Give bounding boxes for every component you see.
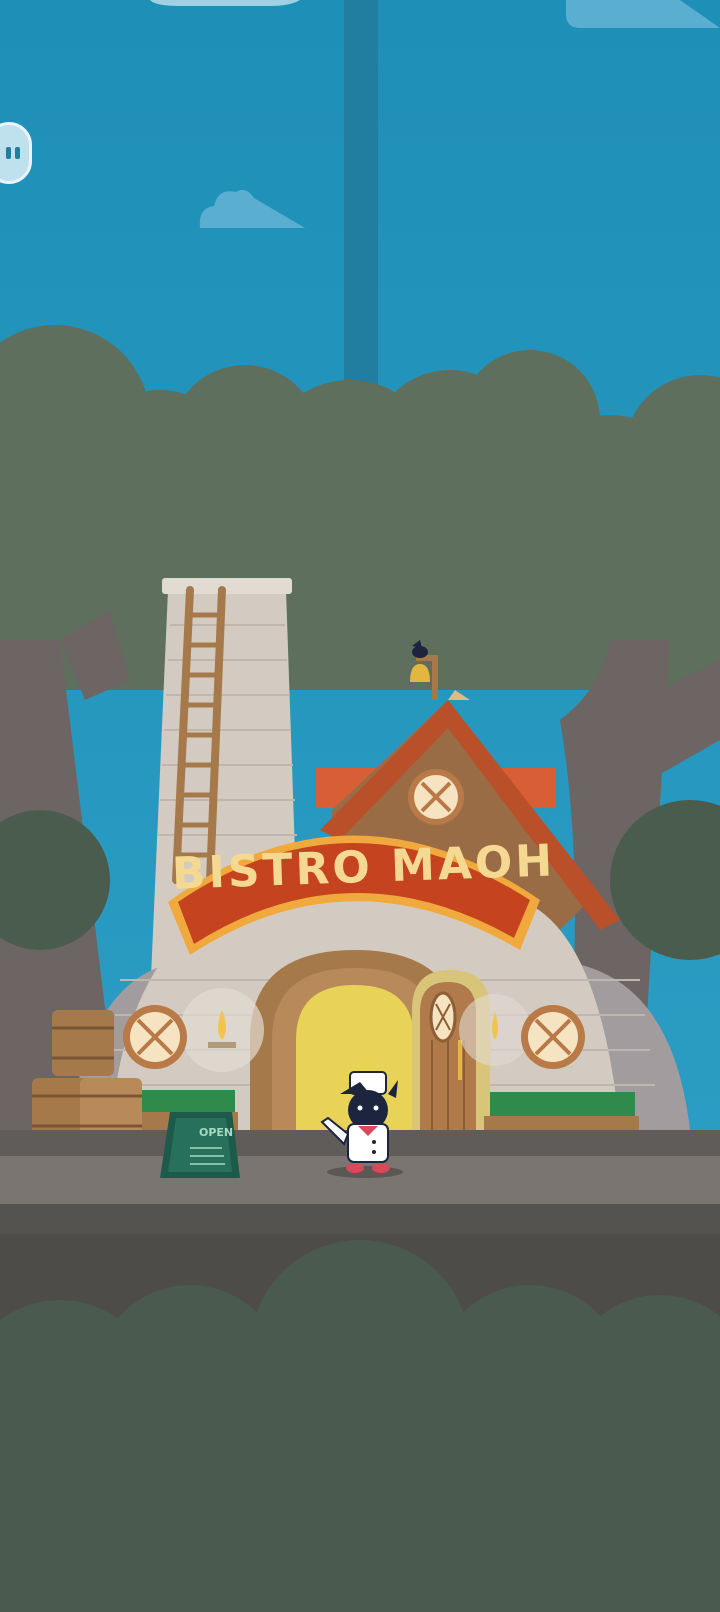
sidewalk — [0, 1156, 720, 1204]
gable-window — [408, 769, 464, 825]
road-edge — [0, 1204, 720, 1234]
pause-icon — [6, 147, 11, 159]
pause-button[interactable] — [0, 122, 32, 184]
round-window-left — [123, 1005, 187, 1069]
background-art: BISTRO MAOH OPEN — [0, 0, 720, 1612]
open-board-text: OPEN — [199, 1126, 233, 1139]
pause-icon-bar-2 — [15, 147, 20, 159]
round-window-right — [521, 1005, 585, 1069]
open-board — [160, 1112, 240, 1178]
sky-beam — [344, 0, 378, 400]
game-scene: BISTRO MAOH OPEN — [0, 0, 720, 1612]
cloud-top-left — [150, 0, 300, 6]
